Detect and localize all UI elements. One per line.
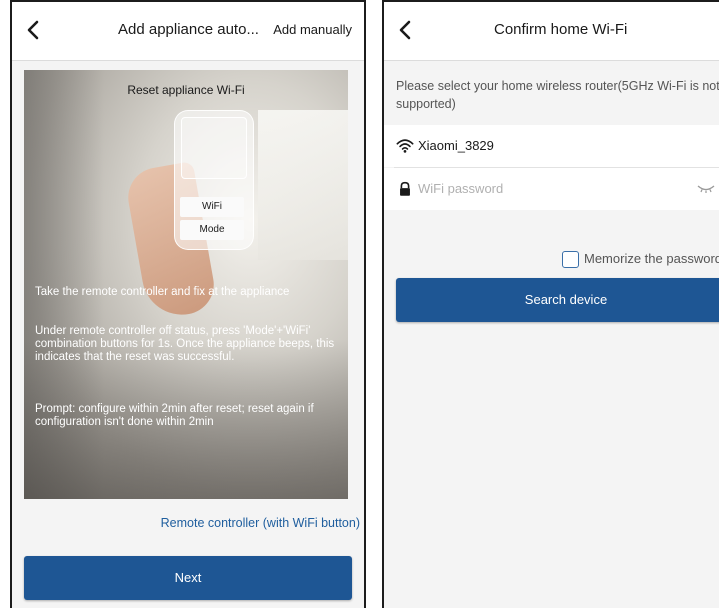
password-input[interactable]: WiFi password (418, 181, 503, 196)
password-row: WiFi password (384, 168, 719, 210)
ssid-value: Xiaomi_3829 (418, 138, 494, 153)
add-manually-button[interactable]: Add manually (273, 22, 352, 37)
ssid-row[interactable]: Xiaomi_3829 (384, 125, 719, 168)
remote-wifi-button: WiFi (180, 197, 244, 217)
memorize-password-checkbox[interactable] (562, 251, 579, 268)
remote-controller-image: WiFi Mode (174, 110, 254, 250)
left-top-bar: Add appliance auto... Add manually (12, 2, 364, 61)
add-appliance-screen: Add appliance auto... Add manually Reset… (10, 0, 366, 608)
step-fix-remote: Take the remote controller and fix at th… (35, 286, 290, 298)
memorize-password-label: Memorize the password (584, 251, 719, 266)
lock-icon (400, 181, 410, 196)
next-button[interactable]: Next (24, 556, 352, 600)
eye-hidden-icon[interactable] (697, 184, 715, 194)
background-window (258, 110, 348, 260)
remote-controller-link[interactable]: Remote controller (with WiFi button) (161, 516, 360, 530)
router-hint: Please select your home wireless router(… (396, 79, 719, 111)
step-prompt: Prompt: configure within 2min after rese… (35, 403, 314, 428)
step-press-buttons: Under remote controller off status, pres… (35, 325, 335, 363)
page-title: Confirm home Wi-Fi (494, 21, 628, 38)
illustration-title: Reset appliance Wi-Fi (127, 83, 245, 97)
page-title: Add appliance auto... (118, 21, 259, 38)
back-arrow-icon[interactable] (22, 18, 46, 42)
wifi-icon (396, 139, 414, 153)
right-top-bar: Confirm home Wi-Fi (384, 2, 719, 61)
remote-screen (181, 117, 247, 179)
back-arrow-icon[interactable] (394, 18, 418, 42)
remote-mode-button: Mode (180, 220, 244, 240)
reset-illustration: Reset appliance Wi-Fi WiFi Mode Take the… (24, 70, 348, 499)
search-device-button[interactable]: Search device (396, 278, 719, 322)
confirm-wifi-screen: Confirm home Wi-Fi Please select your ho… (382, 0, 719, 608)
